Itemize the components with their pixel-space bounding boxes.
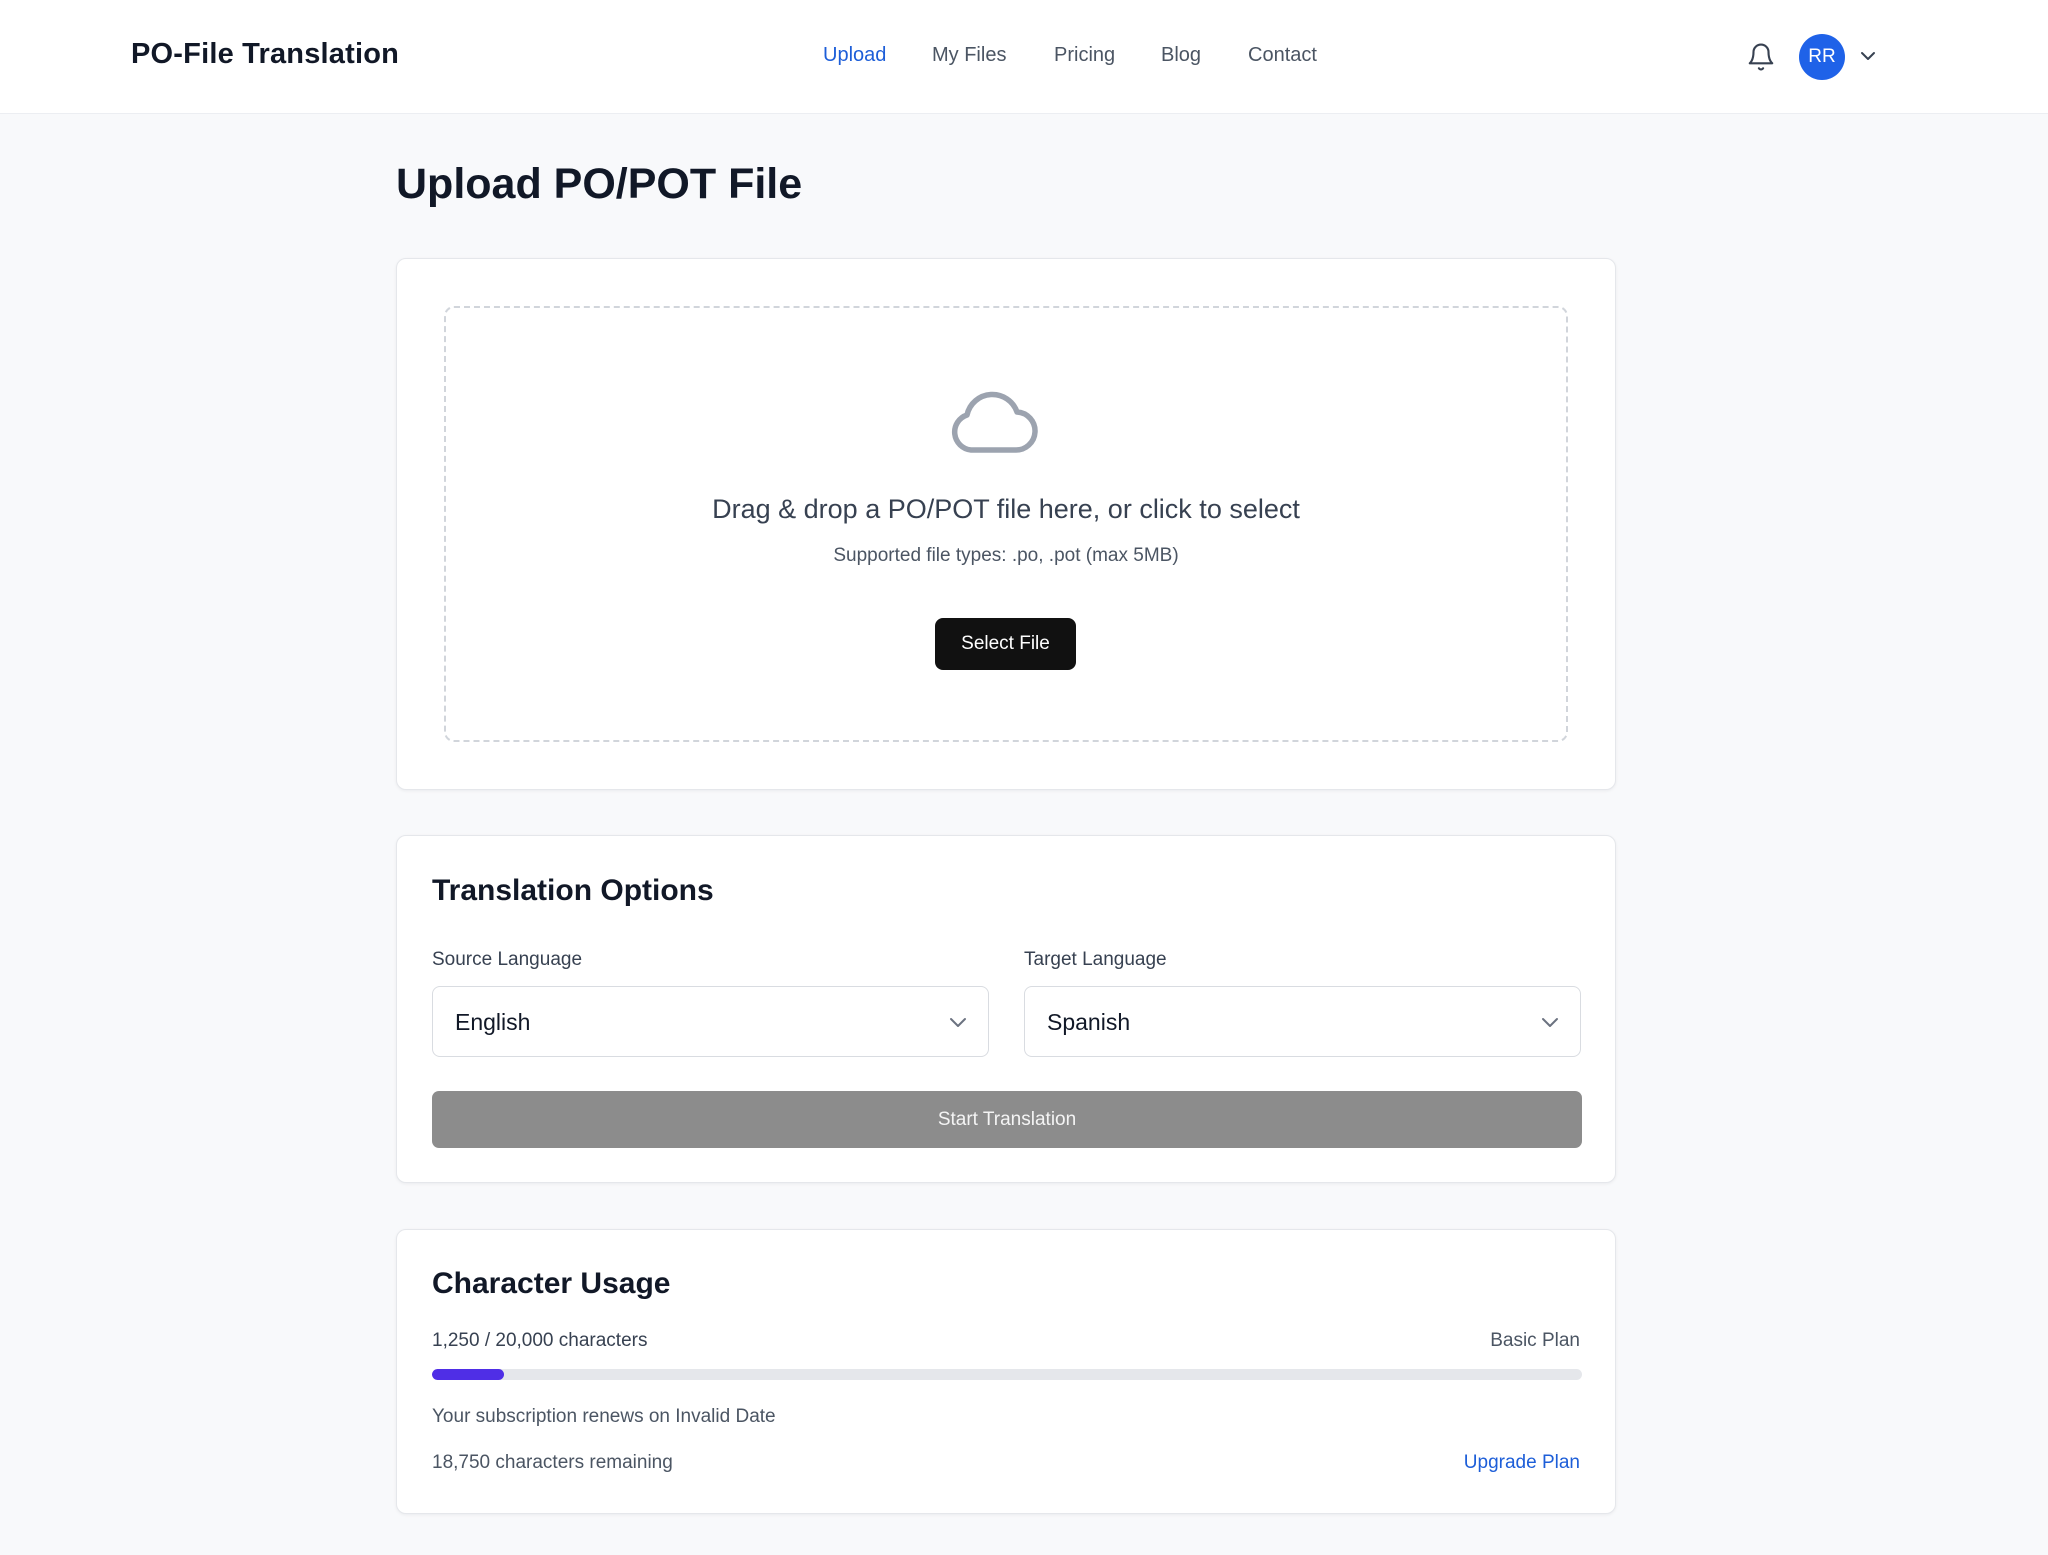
target-language-label: Target Language [1024,949,1167,970]
remaining-characters: 18,750 characters remaining [432,1452,673,1473]
file-dropzone[interactable]: Drag & drop a PO/POT file here, or click… [444,306,1568,742]
dropzone-subtitle: Supported file types: .po, .pot (max 5MB… [833,545,1179,566]
source-language-value: English [455,1009,531,1035]
brand-logo[interactable]: PO-File Translation [131,38,399,71]
chevron-down-icon[interactable] [1858,48,1878,64]
start-translation-button[interactable]: Start Translation [432,1091,1582,1148]
usage-count: 1,250 / 20,000 characters [432,1330,648,1351]
select-file-button[interactable]: Select File [935,618,1076,670]
nav-link-blog[interactable]: Blog [1161,44,1201,67]
character-usage-card: Character Usage 1,250 / 20,000 character… [396,1229,1616,1514]
translation-options-title: Translation Options [432,874,714,907]
upload-card: Drag & drop a PO/POT file here, or click… [396,258,1616,790]
source-language-select[interactable]: English [432,986,989,1057]
bell-icon[interactable] [1746,41,1776,73]
upgrade-plan-link[interactable]: Upgrade Plan [1464,1452,1580,1474]
source-language-label: Source Language [432,949,583,970]
target-language-value: Spanish [1047,1009,1131,1035]
chevron-down-icon [1542,1018,1558,1027]
dropzone-title: Drag & drop a PO/POT file here, or click… [712,494,1300,524]
target-language-select[interactable]: Spanish [1024,986,1581,1057]
renewal-text: Your subscription renews on Invalid Date [432,1406,776,1427]
user-avatar[interactable]: RR [1799,34,1845,80]
nav-link-contact[interactable]: Contact [1248,44,1317,67]
character-usage-title: Character Usage [432,1267,671,1300]
page-title: Upload PO/POT File [396,160,803,208]
nav-link-pricing[interactable]: Pricing [1054,44,1115,67]
cloud-icon [951,391,1038,453]
nav-link-upload[interactable]: Upload [823,44,886,67]
nav-link-my-files[interactable]: My Files [932,44,1006,67]
top-navbar: PO-File Translation Upload My Files Pric… [0,0,2048,114]
usage-progress-fill [432,1369,504,1380]
plan-name: Basic Plan [1490,1330,1580,1351]
usage-progress-bar [432,1369,1582,1380]
chevron-down-icon [950,1018,966,1027]
translation-options-card: Translation Options Source Language Engl… [396,835,1616,1183]
